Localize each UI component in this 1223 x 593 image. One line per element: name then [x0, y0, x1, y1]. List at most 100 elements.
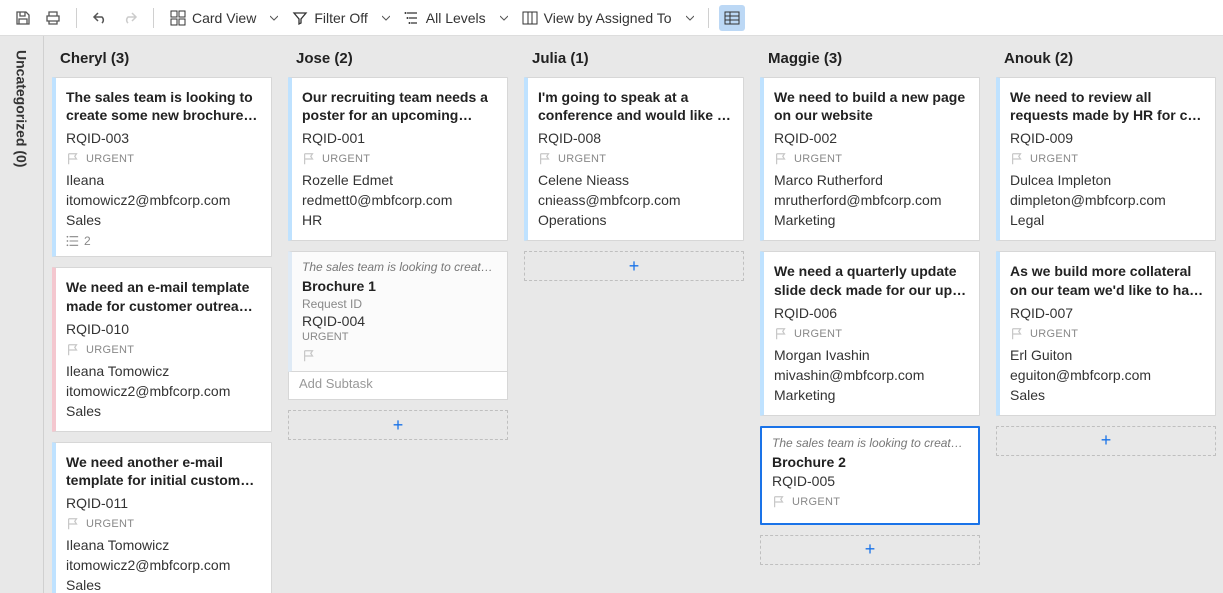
lane: Anouk (2) We need to review all requests … [988, 36, 1223, 593]
card-name: Morgan Ivashin [774, 347, 969, 363]
card-reqid: RQID-006 [774, 305, 969, 321]
lane: Julia (1) I'm going to speak at a confere… [516, 36, 752, 593]
lane-header[interactable]: Cheryl (3) [48, 36, 276, 77]
card-selected[interactable]: The sales team is looking to create…Broc… [760, 426, 980, 525]
card-view-label: Card View [192, 10, 256, 26]
flag-icon [1010, 327, 1024, 341]
separator [708, 8, 709, 28]
urgent-label: URGENT [1030, 328, 1078, 340]
card-reqid: RQID-001 [302, 130, 497, 146]
flag-icon [66, 343, 80, 357]
card-dept: HR [302, 212, 497, 228]
urgent-label: URGENT [794, 328, 842, 340]
flag-icon [774, 327, 788, 341]
board: Uncategorized (0) Cheryl (3) The sales te… [0, 36, 1223, 593]
card-name: Ileana [66, 172, 261, 188]
card-title: Brochure 2 [772, 454, 968, 470]
undo-icon[interactable] [87, 5, 113, 31]
flag-icon [302, 349, 497, 363]
add-card-button[interactable]: + [760, 535, 980, 565]
card[interactable]: Our recruiting team needs a poster for a… [288, 77, 508, 241]
urgent-label: URGENT [322, 153, 370, 165]
view-by-button[interactable]: View by Assigned To [516, 5, 678, 31]
card-view-dropdown[interactable] [266, 14, 282, 22]
lane-header[interactable]: Anouk (2) [992, 36, 1220, 77]
card-reqid: RQID-011 [66, 495, 261, 511]
urgent-row: URGENT [66, 517, 261, 531]
add-card-button[interactable]: + [288, 410, 508, 440]
flag-icon [774, 152, 788, 166]
view-by-dropdown[interactable] [682, 14, 698, 22]
filter-label: Filter Off [314, 10, 367, 26]
compact-view-toggle[interactable] [719, 5, 745, 31]
card-reqid: RQID-007 [1010, 305, 1205, 321]
card-title: I'm going to speak at a conference and w… [538, 88, 733, 124]
card-dept: Sales [1010, 387, 1205, 403]
card-title: We need to review all requests made by H… [1010, 88, 1205, 124]
card[interactable]: We need an e-mail template made for cust… [52, 267, 272, 431]
lane: Cheryl (3) The sales team is looking to c… [44, 36, 280, 593]
levels-button[interactable]: All Levels [398, 5, 492, 31]
card[interactable]: As we build more collateral on our team … [996, 251, 1216, 415]
urgent-row: URGENT [1010, 152, 1205, 166]
add-subtask-input[interactable]: Add Subtask [288, 368, 508, 400]
card-dept: Sales [66, 212, 261, 228]
card-reqid: RQID-009 [1010, 130, 1205, 146]
redo-icon[interactable] [117, 5, 143, 31]
card-title: We need another e-mail template for init… [66, 453, 261, 489]
card-title: The sales team is looking to create some… [66, 88, 261, 124]
urgent-row: URGENT [774, 327, 969, 341]
card-dept: Marketing [774, 387, 969, 403]
card-email: mivashin@mbfcorp.com [774, 367, 969, 383]
card[interactable]: The sales team is looking to create some… [52, 77, 272, 257]
filter-button[interactable]: Filter Off [286, 5, 373, 31]
filter-dropdown[interactable] [378, 14, 394, 22]
card-dept: Sales [66, 403, 261, 419]
urgent-label: URGENT [86, 153, 134, 165]
card-title: We need a quarterly update slide deck ma… [774, 262, 969, 298]
list-icon [66, 235, 80, 247]
lane-header[interactable]: Jose (2) [284, 36, 512, 77]
urgent-label: URGENT [558, 153, 606, 165]
save-icon[interactable] [10, 5, 36, 31]
urgent-label: URGENT [792, 496, 840, 508]
card[interactable]: I'm going to speak at a conference and w… [524, 77, 744, 241]
add-card-button[interactable]: + [524, 251, 744, 281]
parent-context: The sales team is looking to create… [302, 260, 497, 274]
urgent-label: URGENT [1030, 153, 1078, 165]
levels-dropdown[interactable] [496, 14, 512, 22]
lane-header[interactable]: Maggie (3) [756, 36, 984, 77]
flag-icon [1010, 152, 1024, 166]
card[interactable]: We need to review all requests made by H… [996, 77, 1216, 241]
flag-icon [66, 152, 80, 166]
urgent-row: URGENT [538, 152, 733, 166]
add-card-button[interactable]: + [996, 426, 1216, 456]
request-id-label: Request ID [302, 297, 497, 311]
flag-icon [772, 495, 786, 509]
card-title: Brochure 1 [302, 278, 497, 294]
card-name: Marco Rutherford [774, 172, 969, 188]
urgent-row: URGENT [66, 343, 261, 357]
card-reqid: RQID-010 [66, 321, 261, 337]
card-dept: Operations [538, 212, 733, 228]
card-view-button[interactable]: Card View [164, 5, 262, 31]
urgent-row: URGENT [774, 152, 969, 166]
urgent-row: URGENT [66, 152, 261, 166]
uncategorized-lane[interactable]: Uncategorized (0) [0, 36, 44, 593]
urgent-label: URGENT [86, 344, 134, 356]
card-name: Erl Guiton [1010, 347, 1205, 363]
lane-header[interactable]: Julia (1) [520, 36, 748, 77]
print-icon[interactable] [40, 5, 66, 31]
urgent-row: URGENT [772, 495, 968, 509]
card-email: cnieass@mbfcorp.com [538, 192, 733, 208]
card-title: Our recruiting team needs a poster for a… [302, 88, 497, 124]
levels-icon [404, 10, 420, 26]
card-email: itomowicz2@mbfcorp.com [66, 192, 261, 208]
card[interactable]: We need to build a new page on our websi… [760, 77, 980, 241]
card-email: mrutherford@mbfcorp.com [774, 192, 969, 208]
card-email: redmett0@mbfcorp.com [302, 192, 497, 208]
card[interactable]: We need another e-mail template for init… [52, 442, 272, 593]
card-subtask[interactable]: The sales team is looking to create… Broc… [288, 251, 508, 372]
card[interactable]: We need a quarterly update slide deck ma… [760, 251, 980, 415]
plus-icon: + [865, 539, 876, 560]
